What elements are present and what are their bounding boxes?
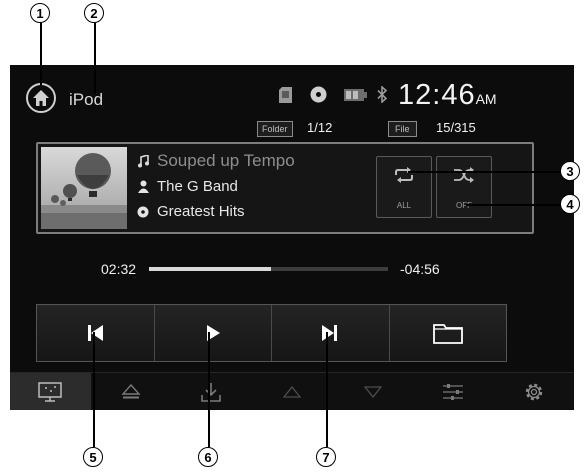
eject-icon <box>121 384 141 399</box>
artist-name: The G Band <box>157 178 238 195</box>
clock-time: 12:46 <box>398 79 476 111</box>
callout-7: 7 <box>316 447 336 467</box>
music-note-icon <box>135 154 151 168</box>
repeat-icon <box>395 167 413 183</box>
callout-6: 6 <box>198 447 218 467</box>
equalizer-button[interactable] <box>413 373 494 410</box>
album-art <box>41 147 127 229</box>
callout-4: 4 <box>560 194 580 214</box>
play-icon <box>206 325 220 341</box>
play-button[interactable] <box>154 305 272 361</box>
home-icon <box>33 90 49 106</box>
folder-button[interactable] <box>389 305 506 361</box>
scroll-up-button[interactable] <box>252 373 333 410</box>
album-disc-icon <box>135 206 151 218</box>
artist-row: The G Band <box>135 178 238 195</box>
media-player-screen: iPod 12:46AM Folder 1/12 File 15/315 Sou… <box>10 65 574 410</box>
callout-2: 2 <box>84 3 104 23</box>
settings-button[interactable] <box>493 373 574 410</box>
disc-icon <box>310 86 327 103</box>
elapsed-time: 02:32 <box>101 261 137 277</box>
file-tag: File <box>388 121 417 137</box>
album-row: Greatest Hits <box>135 203 245 220</box>
next-track-icon <box>322 325 338 341</box>
sd-card-icon <box>279 87 292 103</box>
eject-button[interactable] <box>91 373 172 410</box>
callout-6-leader <box>208 332 210 447</box>
track-title-row: Souped up Tempo <box>135 151 295 171</box>
callout-3: 3 <box>560 161 580 181</box>
progress-bar[interactable] <box>149 267 388 271</box>
callout-5: 5 <box>83 447 103 467</box>
repeat-button[interactable]: ALL <box>376 156 432 218</box>
folder-tag: Folder <box>257 121 293 137</box>
track-info-panel: Souped up Tempo The G Band Greatest Hits <box>36 142 534 234</box>
previous-track-icon <box>88 325 104 341</box>
callout-3-leader <box>408 171 560 173</box>
transport-controls <box>36 304 507 362</box>
callout-1: 1 <box>30 3 50 23</box>
down-arrow-icon <box>363 386 382 398</box>
repeat-mode-label: ALL <box>396 201 412 210</box>
bluetooth-icon <box>377 86 388 103</box>
previous-track-button[interactable] <box>37 305 155 361</box>
file-counter: 15/315 <box>436 120 476 135</box>
track-title: Souped up Tempo <box>157 151 295 170</box>
callout-1-leader <box>40 23 42 85</box>
source-label: iPod <box>69 90 104 109</box>
clock: 12:46AM <box>398 79 497 112</box>
settings-gear-icon <box>525 383 542 401</box>
up-arrow-icon <box>283 386 302 398</box>
callout-5-leader <box>93 332 95 447</box>
folder-counter: 1/12 <box>307 120 333 135</box>
battery-icon <box>344 89 367 101</box>
callout-4-leader <box>466 204 560 206</box>
album-name: Greatest Hits <box>157 203 245 220</box>
download-button[interactable] <box>171 373 252 410</box>
callout-7-leader <box>326 332 328 447</box>
shuffle-button[interactable]: OFF <box>436 156 492 218</box>
next-track-button[interactable] <box>272 305 390 361</box>
progress-fill <box>149 267 271 271</box>
clock-ampm: AM <box>475 91 497 107</box>
shuffle-mode-label: OFF <box>456 201 472 210</box>
display-button[interactable] <box>10 373 91 410</box>
artist-icon <box>135 180 151 193</box>
download-icon <box>201 383 222 402</box>
shuffle-icon <box>454 167 474 183</box>
equalizer-icon <box>443 384 464 400</box>
folder-icon <box>432 324 463 344</box>
bottom-toolbar <box>10 372 574 410</box>
remaining-time: -04:56 <box>400 261 440 277</box>
callout-2-leader <box>94 23 96 93</box>
home-button[interactable] <box>26 83 56 113</box>
scroll-down-button[interactable] <box>332 373 413 410</box>
screen-display-icon <box>38 382 63 402</box>
